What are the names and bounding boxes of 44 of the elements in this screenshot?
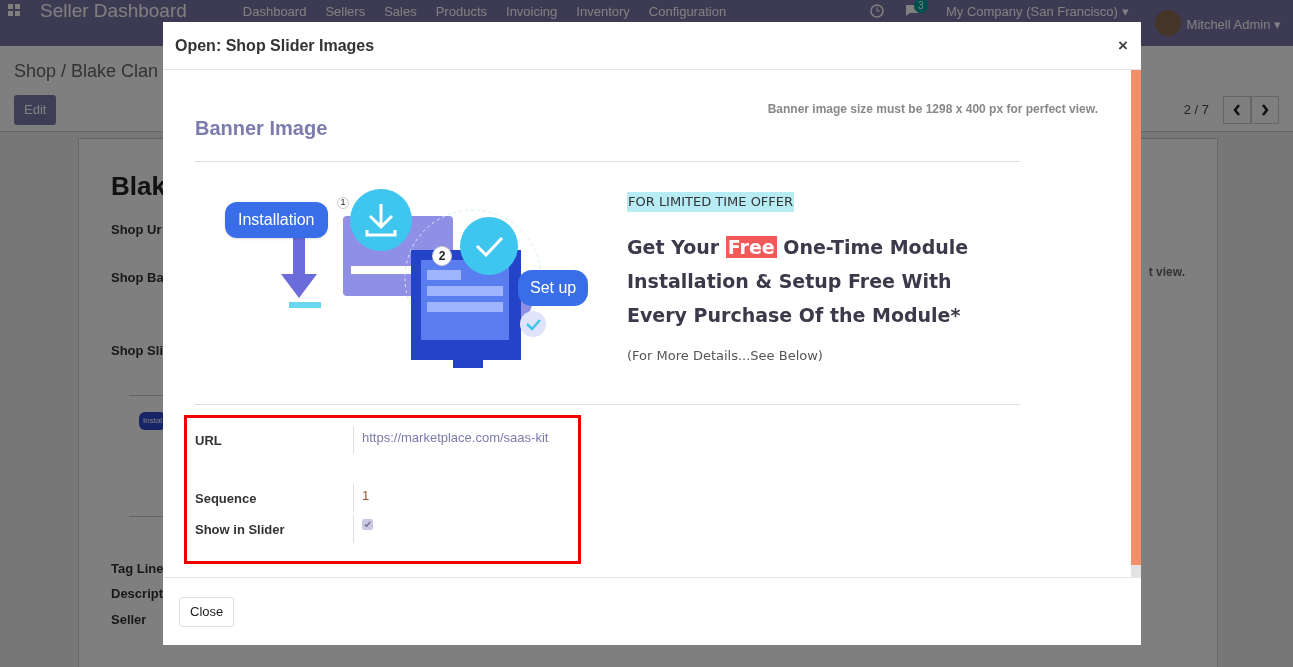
clock-icon[interactable] <box>870 4 884 18</box>
field-label: Shop Ba <box>111 268 164 287</box>
apps-menu-icon[interactable] <box>8 4 20 16</box>
size-note: Banner image size must be 1298 x 400 px for perfect view. <box>767 101 1098 118</box>
edit-button[interactable]: Edit <box>14 95 57 125</box>
section-heading: Banner Image <box>195 116 328 141</box>
banner-headline: Get Your Free One-Time Module Installation & Setup Free With Every Purchase Of the Module* <box>627 234 970 328</box>
chevron-right-icon <box>1261 104 1269 116</box>
menu-item[interactable]: Sellers <box>325 4 366 19</box>
field-label: Shop Sli <box>111 342 163 360</box>
checkbox[interactable] <box>362 519 373 530</box>
menu-item[interactable]: Sales <box>384 4 417 19</box>
field-label: Shop Ur <box>111 221 162 239</box>
details-note: (For More Details...See Below) <box>627 346 823 365</box>
next-button[interactable] <box>1251 96 1279 124</box>
previous-button[interactable] <box>1223 96 1251 124</box>
setup-label: Set up <box>518 270 589 306</box>
field-label: Sequence <box>195 491 257 506</box>
field-label: URL <box>195 433 222 448</box>
record-title: Blak <box>111 170 166 203</box>
step-number: 1 <box>337 197 349 209</box>
field-label: Seller <box>111 610 147 629</box>
pager-counter: 2 / 7 <box>1183 101 1209 120</box>
user-menu[interactable]: Mitchell Admin ▾ <box>1186 15 1281 35</box>
field-label: Descript <box>111 585 164 603</box>
menu-item[interactable]: Configuration <box>648 4 727 19</box>
menu-item[interactable]: Dashboard <box>242 4 307 19</box>
company-switcher[interactable]: My Company (San Francisco) ▾ <box>946 4 1129 19</box>
chevron-left-icon <box>1233 104 1241 116</box>
check-icon <box>364 521 371 528</box>
install-label: Installation <box>225 202 328 238</box>
user-avatar <box>1154 10 1181 36</box>
menu-item[interactable]: Invoicing <box>506 4 558 19</box>
field-label: Tag Line <box>111 559 164 578</box>
menu-item[interactable]: Products <box>435 4 487 19</box>
sequence-value: 1 <box>362 487 370 505</box>
close-button[interactable]: Close <box>179 596 235 627</box>
offer-tag: FOR LIMITED TIME OFFER <box>627 192 795 212</box>
url-link[interactable]: https://marketplace.com/saas-kit <box>362 428 549 452</box>
field-label: Show in Slider <box>195 522 285 537</box>
app-title: Seller Dashboard <box>40 1 187 21</box>
menu-item[interactable]: Inventory <box>576 4 630 19</box>
note-text: t view. <box>1148 264 1185 281</box>
dialog-title: Open: Shop Slider Images <box>175 35 375 56</box>
